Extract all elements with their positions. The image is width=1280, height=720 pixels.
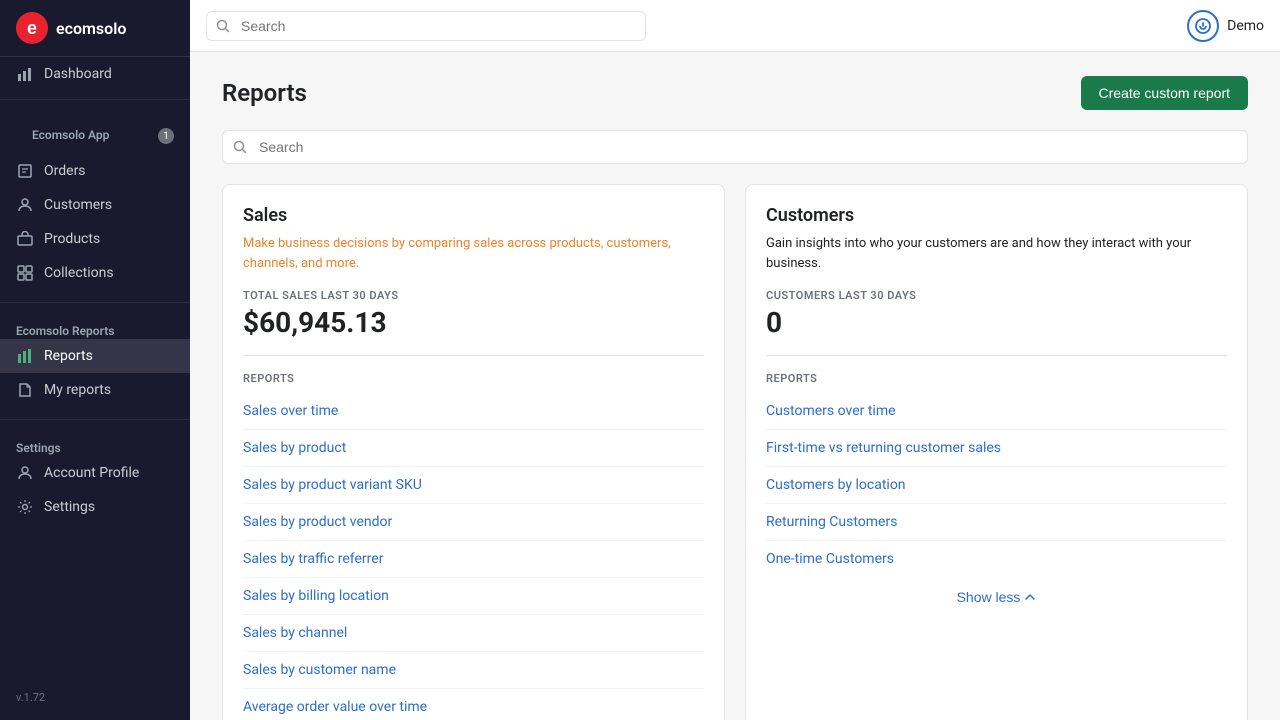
sidebar-item-collections[interactable]: Collections [0,256,190,290]
sidebar-divider-2 [0,302,190,303]
user-name: Demo [1227,18,1264,34]
bar-chart-icon [16,65,34,83]
app-layout: e ecomsolo Dashboard Ecomsolo App 1 [0,0,1280,720]
topbar-search-icon [216,18,230,34]
account-icon [16,464,34,482]
orders-icon [16,162,34,180]
products-label: Products [44,231,100,247]
sidebar-section-reports: Ecomsolo Reports Reports [0,311,190,411]
sidebar-divider-3 [0,419,190,420]
sidebar-item-customers[interactable]: Customers [0,188,190,222]
topbar-search [206,11,646,41]
sidebar-dashboard-label: Dashboard [44,66,112,82]
products-icon [16,230,34,248]
reports-label: Reports [44,348,93,364]
report-link-one-time-customers[interactable]: One-time Customers [766,541,1227,577]
report-link-customers-over-time[interactable]: Customers over time [766,393,1227,430]
logo-text: ecomsolo [56,19,126,38]
page-title: Reports [222,79,307,107]
report-link-sales-by-vendor[interactable]: Sales by product vendor [243,504,704,541]
sidebar-item-orders[interactable]: Orders [0,154,190,188]
customers-label: Customers [44,197,112,213]
sales-reports-label: REPORTS [243,372,704,385]
report-link-returning-customers[interactable]: Returning Customers [766,504,1227,541]
customers-show-toggle: Show less [766,577,1227,605]
sidebar-section-app-label: Ecomsolo App [16,124,125,148]
settings-label: Settings [44,499,95,515]
collections-icon [16,264,34,282]
topbar: Demo [190,0,1280,52]
report-link-sales-by-traffic[interactable]: Sales by traffic referrer [243,541,704,578]
report-link-sales-by-channel[interactable]: Sales by channel [243,615,704,652]
main-area: Demo Reports Create custom report [190,0,1280,720]
sidebar-section-app: Ecomsolo App 1 Orders [0,108,190,294]
customers-reports-label: REPORTS [766,372,1227,385]
reports-search-input[interactable] [222,130,1248,164]
report-link-avg-order-value[interactable]: Average order value over time [243,689,704,720]
create-custom-report-button[interactable]: Create custom report [1081,76,1249,110]
customers-show-less-label: Show less [957,589,1021,605]
orders-label: Orders [44,163,86,179]
sales-stat-value: $60,945.13 [243,306,704,356]
notification-badge: 1 [158,128,174,144]
reports-search [222,130,1248,164]
chevron-up-icon-2 [1024,591,1036,603]
logo-icon: e [16,12,48,44]
customers-show-less-button[interactable]: Show less [957,589,1037,605]
reports-icon [16,347,34,365]
sales-card-description: Make business decisions by comparing sal… [243,234,704,273]
sidebar-item-settings[interactable]: Settings [0,490,190,524]
report-link-customers-by-location[interactable]: Customers by location [766,467,1227,504]
user-section: Demo [1187,10,1264,42]
customers-stat-value: 0 [766,306,1227,356]
my-reports-icon [16,381,34,399]
sidebar-footer: v.1.72 [0,683,190,720]
my-reports-label: My reports [44,382,111,398]
svg-text:e: e [27,18,37,38]
sidebar-section-settings-label: Settings [0,437,77,461]
sidebar-item-my-reports[interactable]: My reports [0,373,190,407]
reports-search-icon [233,139,247,155]
report-link-sales-by-billing[interactable]: Sales by billing location [243,578,704,615]
sidebar-item-dashboard[interactable]: Dashboard [0,57,190,91]
customers-card-title: Customers [766,205,1227,226]
sidebar-section-reports-label: Ecomsolo Reports [0,320,130,344]
sales-card-title: Sales [243,205,704,226]
report-link-first-vs-returning[interactable]: First-time vs returning customer sales [766,430,1227,467]
report-link-sales-by-customer[interactable]: Sales by customer name [243,652,704,689]
customers-stat-label: CUSTOMERS LAST 30 DAYS [766,289,1227,302]
customers-card-description: Gain insights into who your customers ar… [766,234,1227,273]
sidebar-item-account-profile[interactable]: Account Profile [0,456,190,490]
customers-card: Customers Gain insights into who your cu… [745,184,1248,720]
sidebar-logo: e ecomsolo [0,0,190,57]
sidebar-divider-1 [0,99,190,100]
account-profile-label: Account Profile [44,465,139,481]
topbar-search-input[interactable] [206,11,646,41]
sidebar-item-products[interactable]: Products [0,222,190,256]
sales-reports-list: Sales over time Sales by product Sales b… [243,393,704,720]
content-area: Reports Create custom report Sales [190,52,1280,720]
user-avatar-icon [1187,10,1219,42]
report-link-sales-by-product[interactable]: Sales by product [243,430,704,467]
sales-stat-label: TOTAL SALES LAST 30 DAYS [243,289,704,302]
customers-icon [16,196,34,214]
cards-row: Sales Make business decisions by compari… [222,184,1248,720]
version-text: v.1.72 [16,691,45,704]
page-header: Reports Create custom report [222,76,1248,110]
report-link-sales-by-variant[interactable]: Sales by product variant SKU [243,467,704,504]
sidebar: e ecomsolo Dashboard Ecomsolo App 1 [0,0,190,720]
sidebar-section-settings: Settings Account Profile Sett [0,428,190,528]
report-link-sales-over-time[interactable]: Sales over time [243,393,704,430]
sidebar-item-reports[interactable]: Reports [0,339,190,373]
customers-reports-list: Customers over time First-time vs return… [766,393,1227,577]
sales-card: Sales Make business decisions by compari… [222,184,725,720]
collections-label: Collections [44,265,114,281]
settings-icon [16,498,34,516]
